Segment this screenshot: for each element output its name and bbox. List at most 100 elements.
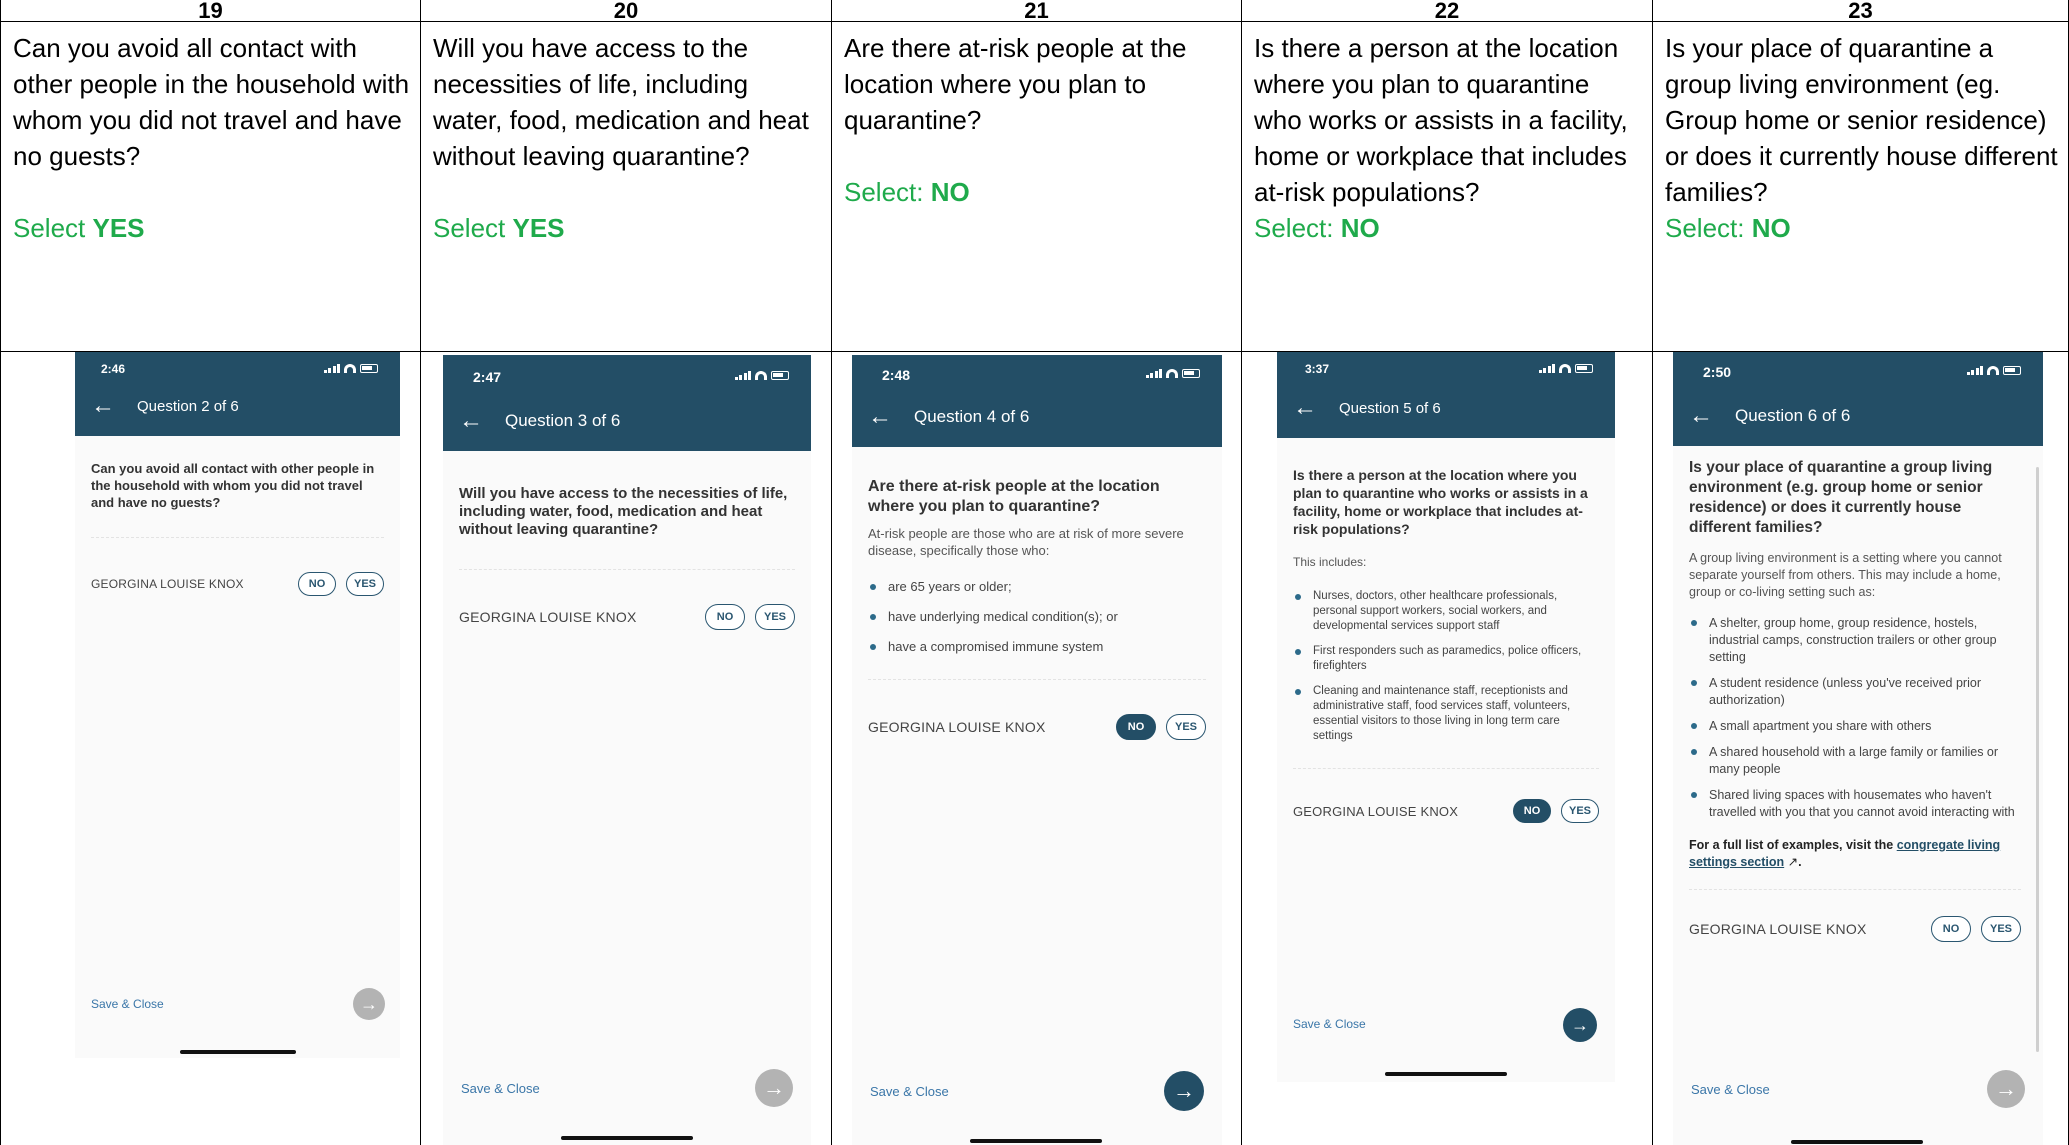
column-22: 22 Is there a person at the location whe… (1241, 0, 1652, 1145)
question-counter: Question 6 of 6 (1735, 406, 1851, 425)
column-number: 20 (421, 0, 831, 22)
next-arrow-icon[interactable]: → (755, 1069, 793, 1107)
select-prefix: Select: (1254, 213, 1334, 243)
question-counter: Question 3 of 6 (505, 411, 621, 430)
wifi-icon (1987, 366, 1999, 375)
save-close-link[interactable]: Save & Close (1691, 1082, 1770, 1097)
list-item: A student residence (unless you've recei… (1689, 675, 2021, 709)
select-value: YES (92, 213, 145, 243)
instruction-question: Is your place of quarantine a group livi… (1665, 33, 2058, 207)
footnote-suffix: . (1798, 855, 1802, 869)
question-info: This includes: (1293, 555, 1367, 569)
save-close-link[interactable]: Save & Close (1293, 1017, 1366, 1031)
select-prefix: Select (13, 213, 86, 243)
instruction-select: Select: NO (844, 174, 1231, 210)
instruction-cell: Is there a person at the location where … (1242, 22, 1652, 352)
next-arrow-icon[interactable]: → (1563, 1008, 1597, 1042)
list-item: Nurses, doctors, other healthcare profes… (1293, 589, 1599, 634)
workplace-list: Nurses, doctors, other healthcare profes… (1293, 589, 1599, 744)
home-indicator (180, 1050, 296, 1054)
answer-row: GEORGINA LOUISE KNOX NO YES (1689, 916, 2021, 942)
yes-button[interactable]: YES (1166, 714, 1206, 740)
column-23: 23 Is your place of quarantine a group l… (1652, 0, 2069, 1145)
scrollbar[interactable] (2036, 467, 2039, 1052)
question-title: Will you have access to the necessities … (459, 485, 788, 538)
no-button[interactable]: NO (1513, 799, 1551, 823)
back-arrow-icon[interactable]: ← (91, 394, 115, 418)
home-indicator (561, 1136, 693, 1140)
battery-icon (771, 371, 789, 380)
list-item: Shared living spaces with housemates who… (1689, 787, 2021, 821)
save-close-link[interactable]: Save & Close (91, 997, 164, 1011)
status-icons (323, 364, 378, 373)
answer-row: GEORGINA LOUISE KNOX NO YES (1293, 799, 1599, 823)
app-header: 2:46 ← Question 2 of 6 (75, 352, 400, 436)
next-arrow-icon[interactable]: → (353, 988, 385, 1020)
phone-screenshot: 2:50 ← Question 6 of 6 Is your place of … (1673, 352, 2043, 1145)
battery-icon (2003, 366, 2021, 375)
save-close-link[interactable]: Save & Close (461, 1081, 540, 1096)
save-close-link[interactable]: Save & Close (870, 1084, 949, 1099)
back-arrow-icon[interactable]: ← (1293, 396, 1317, 420)
divider (1689, 889, 2021, 890)
status-icons (1145, 369, 1200, 378)
no-button[interactable]: NO (298, 572, 336, 596)
signal-icon (1966, 366, 1983, 375)
back-arrow-icon[interactable]: ← (868, 405, 892, 429)
app-header: 2:48 ← Question 4 of 6 (852, 355, 1222, 447)
status-time: 2:50 (1703, 364, 1732, 380)
phone-screenshot: 2:46 ← Question 2 of 6 Can you avoid all… (75, 352, 400, 1058)
nav-bar: ← Question 3 of 6 (443, 409, 811, 433)
wifi-icon (344, 364, 356, 373)
next-arrow-icon[interactable]: → (1164, 1071, 1204, 1111)
list-item: First responders such as paramedics, pol… (1293, 644, 1599, 674)
question-body: Is there a person at the location where … (1277, 438, 1615, 823)
instruction-question: Is there a person at the location where … (1254, 33, 1628, 207)
signal-icon (1538, 364, 1555, 373)
instruction-cell: Can you avoid all contact with other peo… (1, 22, 420, 352)
column-20: 20 Will you have access to the necessiti… (420, 0, 831, 1145)
yes-button[interactable]: YES (1561, 799, 1599, 823)
status-time: 2:47 (473, 369, 502, 385)
no-button[interactable]: NO (1931, 916, 1971, 942)
list-item: are 65 years or older; (868, 579, 1206, 595)
no-button[interactable]: NO (1116, 714, 1156, 740)
nav-bar: ← Question 4 of 6 (852, 405, 1222, 429)
home-indicator (1385, 1072, 1507, 1076)
yes-button[interactable]: YES (346, 572, 384, 596)
list-item: A shelter, group home, group residence, … (1689, 615, 2021, 666)
yes-button[interactable]: YES (1981, 916, 2021, 942)
app-header: 2:50 ← Question 6 of 6 (1673, 352, 2043, 446)
next-arrow-icon[interactable]: → (1987, 1070, 2025, 1108)
no-button[interactable]: NO (705, 604, 745, 630)
battery-icon (1182, 369, 1200, 378)
back-arrow-icon[interactable]: ← (1689, 404, 1713, 428)
yes-button[interactable]: YES (755, 604, 795, 630)
column-number: 23 (1653, 0, 2068, 22)
footnote-prefix: For a full list of examples, visit the (1689, 838, 1894, 852)
home-indicator (1791, 1140, 1923, 1144)
battery-icon (360, 364, 378, 373)
answer-row: GEORGINA LOUISE KNOX NO YES (91, 572, 384, 596)
instruction-select: Select: NO (1254, 210, 1642, 246)
status-icons (734, 371, 789, 380)
phone-screenshot: 3:37 ← Question 5 of 6 Is there a person… (1277, 352, 1615, 1082)
select-value: NO (930, 177, 970, 207)
back-arrow-icon[interactable]: ← (459, 409, 483, 433)
nav-bar: ← Question 5 of 6 (1277, 396, 1615, 420)
question-counter: Question 5 of 6 (1339, 399, 1441, 417)
select-value: NO (1340, 213, 1380, 243)
question-title: Is your place of quarantine a group livi… (1689, 459, 1993, 536)
question-counter: Question 4 of 6 (914, 407, 1030, 426)
phone-screenshot: 2:48 ← Question 4 of 6 Are there at-risk… (852, 355, 1222, 1145)
select-value: NO (1751, 213, 1791, 243)
question-title: Can you avoid all contact with other peo… (91, 461, 375, 510)
divider (1293, 768, 1599, 769)
instruction-cell: Is your place of quarantine a group livi… (1653, 22, 2068, 352)
instruction-question: Are there at-risk people at the location… (844, 33, 1187, 135)
instruction-question: Can you avoid all contact with other peo… (13, 33, 410, 171)
column-19: 19 Can you avoid all contact with other … (0, 0, 420, 1145)
question-counter: Question 2 of 6 (137, 397, 239, 415)
status-icons (1538, 364, 1593, 373)
instruction-select: Select YES (13, 210, 410, 246)
